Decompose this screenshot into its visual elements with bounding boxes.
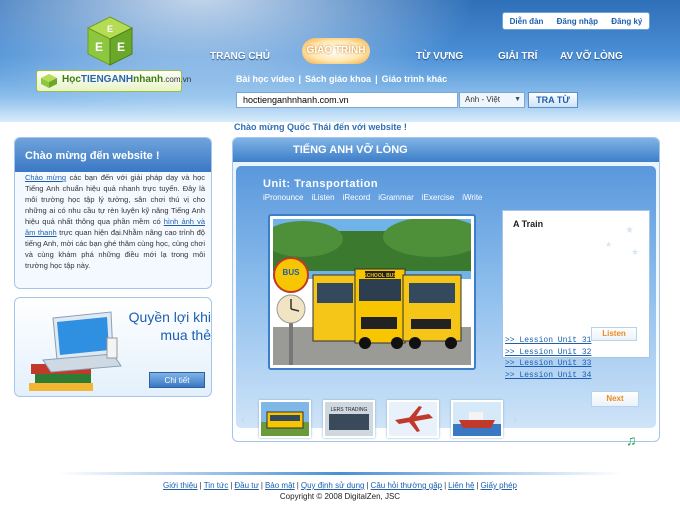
lesson-link-34[interactable]: >> Lession Unit 34	[505, 370, 591, 382]
train-thumbnail-label: LERS TRADING	[331, 407, 368, 413]
logo-part-2: TIENGANH	[80, 74, 134, 85]
membership-promo-panel: Quyền lợi khi mua thẻ Chi tiết	[14, 297, 212, 397]
subnav: Bài học video | Sách giáo khoa | Giáo tr…	[236, 74, 447, 84]
footer-separator: |	[366, 481, 369, 490]
subnav-separator: |	[375, 74, 378, 84]
logo-part-3: nhanh	[133, 74, 164, 85]
subnav-other-curriculum[interactable]: Giáo trình khác	[382, 74, 448, 84]
footer-link-privacy[interactable]: Bảo mật	[265, 481, 295, 490]
dictionary-search-input[interactable]	[236, 92, 458, 108]
music-note-icon[interactable]: ♫	[626, 432, 637, 448]
footer-link-investment[interactable]: Đầu tư	[234, 481, 258, 490]
welcome-panel: Chào mừng đến website ! Chào mừng các bạ…	[14, 137, 212, 289]
chevron-left-icon[interactable]: ‹	[241, 410, 246, 426]
lesson-area: Unit: Transportation iPronounce iListen …	[236, 166, 656, 428]
user-welcome-text: Chào mừng Quốc Thái đến với website !	[234, 122, 407, 132]
footer-links: Giới thiệu | Tin tức | Đầu tư | Bảo mật | Quy đị…	[0, 481, 680, 490]
top-links-bar: Diễn đàn Đăng nhập Đăng ký	[502, 12, 650, 30]
tab-record[interactable]: iRecord	[343, 193, 371, 202]
tab-listen[interactable]: iListen	[311, 193, 334, 202]
thumbnail-bus[interactable]	[259, 400, 311, 438]
logo-small-cube-icon	[41, 74, 57, 88]
footer-link-news[interactable]: Tin tức	[204, 481, 229, 490]
svg-text:★: ★	[605, 240, 612, 249]
logo-cube-icon[interactable]: E E E	[84, 15, 136, 67]
word-title: A Train	[513, 219, 544, 229]
footer-divider	[58, 472, 622, 475]
cube-letter-top: E	[107, 24, 113, 34]
nav-beginner-english[interactable]: AV VỠ LÒNG	[560, 51, 623, 62]
footer-link-license[interactable]: Giấy phép	[481, 481, 517, 490]
nav-home[interactable]: TRANG CHỦ	[210, 51, 270, 62]
svg-text:★: ★	[625, 225, 634, 236]
footer-link-faq[interactable]: Câu hỏi thường gặp	[371, 481, 443, 490]
thumbnail-airplane[interactable]	[387, 400, 439, 438]
footer-separator: |	[296, 481, 299, 490]
stars-decoration-icon: ★ ★ ★	[605, 225, 639, 257]
login-link[interactable]: Đăng nhập	[557, 17, 598, 26]
subnav-separator: |	[298, 74, 302, 84]
tab-write[interactable]: iWrite	[462, 193, 482, 202]
lesson-list: >> Lession Unit 31 >> Lession Unit 32 >>…	[505, 335, 591, 381]
footer-separator: |	[476, 481, 479, 490]
welcome-panel-body: Chào mừng các bạn đến với giải pháp dạy …	[25, 172, 205, 271]
tab-exercise[interactable]: iExercise	[422, 193, 454, 202]
vocabulary-photo-frame: SCHOOL BUS BUS	[268, 214, 476, 370]
welcome-panel-title: Chào mừng đến website !	[25, 150, 160, 162]
footer-separator: |	[230, 481, 233, 490]
subnav-video-lessons[interactable]: Bài học video	[236, 74, 295, 84]
cube-letter-left: E	[95, 40, 103, 54]
nav-entertainment[interactable]: GIẢI TRÍ	[498, 51, 537, 62]
unit-title: Unit: Transportation	[263, 178, 379, 190]
promo-title-line-1: Quyền lợi khi	[128, 309, 211, 325]
logo-text[interactable]: HọcTIENGANHnhanh.com.vn	[62, 74, 191, 85]
subnav-textbooks[interactable]: Sách giáo khoa	[305, 74, 371, 84]
footer-link-terms[interactable]: Quy định sử dụng	[301, 481, 365, 490]
footer-link-contact[interactable]: Liên hệ	[448, 481, 474, 490]
thumbnail-train[interactable]: LERS TRADING	[323, 400, 375, 438]
language-select[interactable]: Anh - Việt ▼	[459, 92, 525, 108]
footer-link-about[interactable]: Giới thiệu	[163, 481, 198, 490]
lesson-link-33[interactable]: >> Lession Unit 33	[505, 358, 591, 370]
copyright-text: Copyright © 2008 DigitalZen, JSC	[279, 492, 401, 501]
lesson-link-31[interactable]: >> Lession Unit 31	[505, 335, 591, 347]
chevron-down-icon: ▼	[514, 96, 521, 103]
tab-grammar[interactable]: iGrammar	[378, 193, 414, 202]
register-link[interactable]: Đăng ký	[611, 17, 642, 26]
chevron-right-icon[interactable]: ›	[513, 410, 518, 426]
thumbnail-ship[interactable]	[451, 400, 503, 438]
footer-separator: |	[444, 481, 447, 490]
logo-part-1: Học	[62, 74, 81, 85]
nav-vocabulary[interactable]: TỪ VỰNG	[416, 51, 463, 62]
listen-button[interactable]: Listen	[591, 327, 637, 341]
svg-text:★: ★	[631, 247, 639, 257]
thumbnail-strip: ‹ LERS TRADING ›	[239, 400, 655, 440]
footer-separator: |	[199, 481, 202, 490]
logo-part-4: .com.vn	[163, 75, 192, 84]
promo-title-line-2: mua thẻ	[160, 327, 211, 343]
school-bus-photo: SCHOOL BUS BUS	[273, 219, 471, 365]
language-select-value: Anh - Việt	[465, 95, 500, 104]
tab-pronounce[interactable]: iPronounce	[263, 193, 303, 202]
forum-link[interactable]: Diễn đàn	[510, 17, 544, 26]
main-panel-title: TIẾNG ANH VỠ LÒNG	[293, 144, 408, 156]
beginner-english-panel: TIẾNG ANH VỠ LÒNG Unit: Transportation i…	[232, 137, 660, 442]
footer-separator: |	[260, 481, 263, 490]
welcome-link[interactable]: Chào mừng	[25, 173, 66, 182]
lookup-button[interactable]: TRA TỪ	[528, 92, 578, 108]
school-bus-sign-text: SCHOOL BUS	[363, 273, 397, 279]
bus-sign-text: BUS	[283, 268, 301, 277]
lesson-link-32[interactable]: >> Lession Unit 32	[505, 347, 591, 359]
cube-letter-right: E	[117, 40, 125, 54]
promo-details-button[interactable]: Chi tiết	[149, 372, 205, 388]
promo-title: Quyền lợi khi mua thẻ	[107, 308, 211, 344]
lesson-tabs: iPronounce iListen iRecord iGrammar iExe…	[263, 193, 483, 202]
nav-curriculum[interactable]: GIÁO TRÌNH	[302, 38, 370, 64]
